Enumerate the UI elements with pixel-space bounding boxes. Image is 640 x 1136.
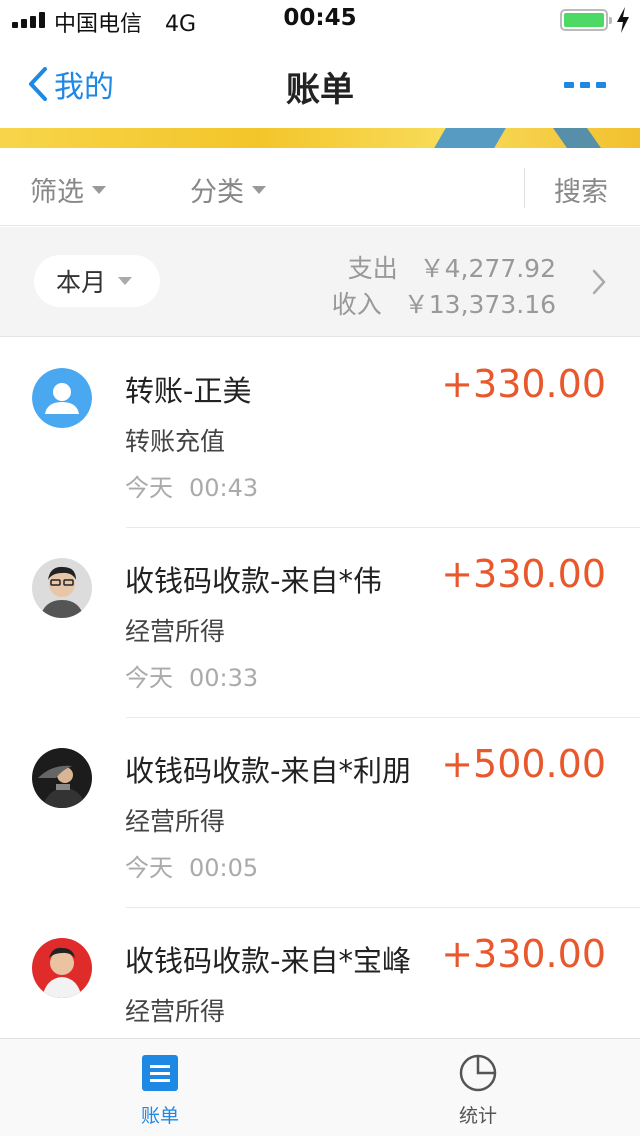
category-dropdown[interactable]: 分类 (190, 170, 266, 209)
income-label: 收入 (331, 290, 382, 319)
promo-banner[interactable] (0, 128, 640, 148)
clock: 00:45 (283, 5, 357, 31)
transaction-clock: 00:43 (189, 474, 259, 502)
more-options-icon[interactable] (564, 78, 608, 90)
avatar (32, 558, 92, 618)
search-label: 搜索 (554, 177, 608, 208)
transaction-title: 转账-正美 (125, 374, 252, 408)
battery-icon (560, 9, 612, 31)
tab-bar: 账单 统计 (0, 1038, 640, 1136)
transaction-title: 收钱码收款-来自*宝峰 (125, 944, 411, 978)
transaction-time: 今天 00:33 (125, 658, 258, 693)
transaction-row[interactable]: 收钱码收款-来自*利朋 +500.00 经营所得 今天 00:05 (0, 718, 640, 908)
transaction-row[interactable]: 收钱码收款-来自*伟 +330.00 经营所得 今天 00:33 (0, 528, 640, 718)
period-selector[interactable]: 本月 (34, 255, 160, 307)
bill-icon (142, 1055, 178, 1091)
status-bar: 中国电信 4G 00:45 (0, 0, 640, 40)
caret-down-icon (252, 185, 266, 194)
transaction-day: 今天 (125, 474, 173, 502)
transaction-list: 转账-正美 +330.00 转账充值 今天 00:43 收钱码收款-来自*伟 +3… (0, 338, 640, 1098)
transaction-amount: +330.00 (441, 362, 606, 406)
transaction-amount: +330.00 (441, 552, 606, 596)
period-label: 本月 (56, 268, 107, 297)
transaction-category: 转账充值 (125, 427, 226, 456)
navigation-bar: 我的 账单 (0, 40, 640, 128)
transaction-category: 经营所得 (125, 807, 226, 836)
transaction-day: 今天 (125, 854, 173, 882)
monthly-summary[interactable]: 本月 支出 ￥4,277.92 收入 ￥13,373.16 (0, 227, 640, 337)
pie-chart-icon (459, 1054, 497, 1092)
filter-dropdown[interactable]: 筛选 (30, 170, 106, 209)
expense-label: 支出 (347, 254, 398, 283)
transaction-time: 今天 00:43 (125, 468, 258, 503)
tab-bill[interactable]: 账单 (100, 1053, 220, 1128)
avatar (32, 938, 92, 998)
filter-bar: 筛选 分类 搜索 (0, 148, 640, 226)
transaction-day: 今天 (125, 664, 173, 692)
income-summary: 收入 ￥13,373.16 (332, 285, 556, 321)
transaction-amount: +500.00 (441, 742, 606, 786)
transaction-title: 收钱码收款-来自*伟 (125, 564, 382, 598)
category-label: 分类 (190, 177, 244, 208)
transaction-time: 今天 00:05 (125, 848, 258, 883)
divider (524, 168, 525, 208)
tab-statistics-label: 统计 (458, 1105, 497, 1127)
tab-statistics[interactable]: 统计 (418, 1053, 538, 1128)
transaction-clock: 00:33 (189, 664, 259, 692)
avatar (32, 748, 92, 808)
charging-icon (617, 7, 629, 33)
caret-down-icon (92, 185, 106, 194)
default-user-icon (32, 368, 92, 428)
search-button[interactable]: 搜索 (554, 170, 608, 209)
tab-bill-label: 账单 (140, 1105, 179, 1127)
transaction-category: 经营所得 (125, 997, 226, 1026)
page-title: 账单 (286, 70, 354, 110)
filter-label: 筛选 (30, 177, 84, 208)
transaction-amount: +330.00 (441, 932, 606, 976)
transaction-row[interactable]: 转账-正美 +330.00 转账充值 今天 00:43 (0, 338, 640, 528)
transaction-title: 收钱码收款-来自*利朋 (125, 754, 411, 788)
transaction-category: 经营所得 (125, 617, 226, 646)
transaction-clock: 00:05 (189, 854, 259, 882)
expense-summary: 支出 ￥4,277.92 (348, 249, 556, 285)
chevron-right-icon (592, 269, 606, 295)
caret-down-icon (118, 277, 133, 285)
income-amount: ￥13,373.16 (403, 290, 556, 319)
expense-amount: ￥4,277.92 (419, 254, 556, 283)
